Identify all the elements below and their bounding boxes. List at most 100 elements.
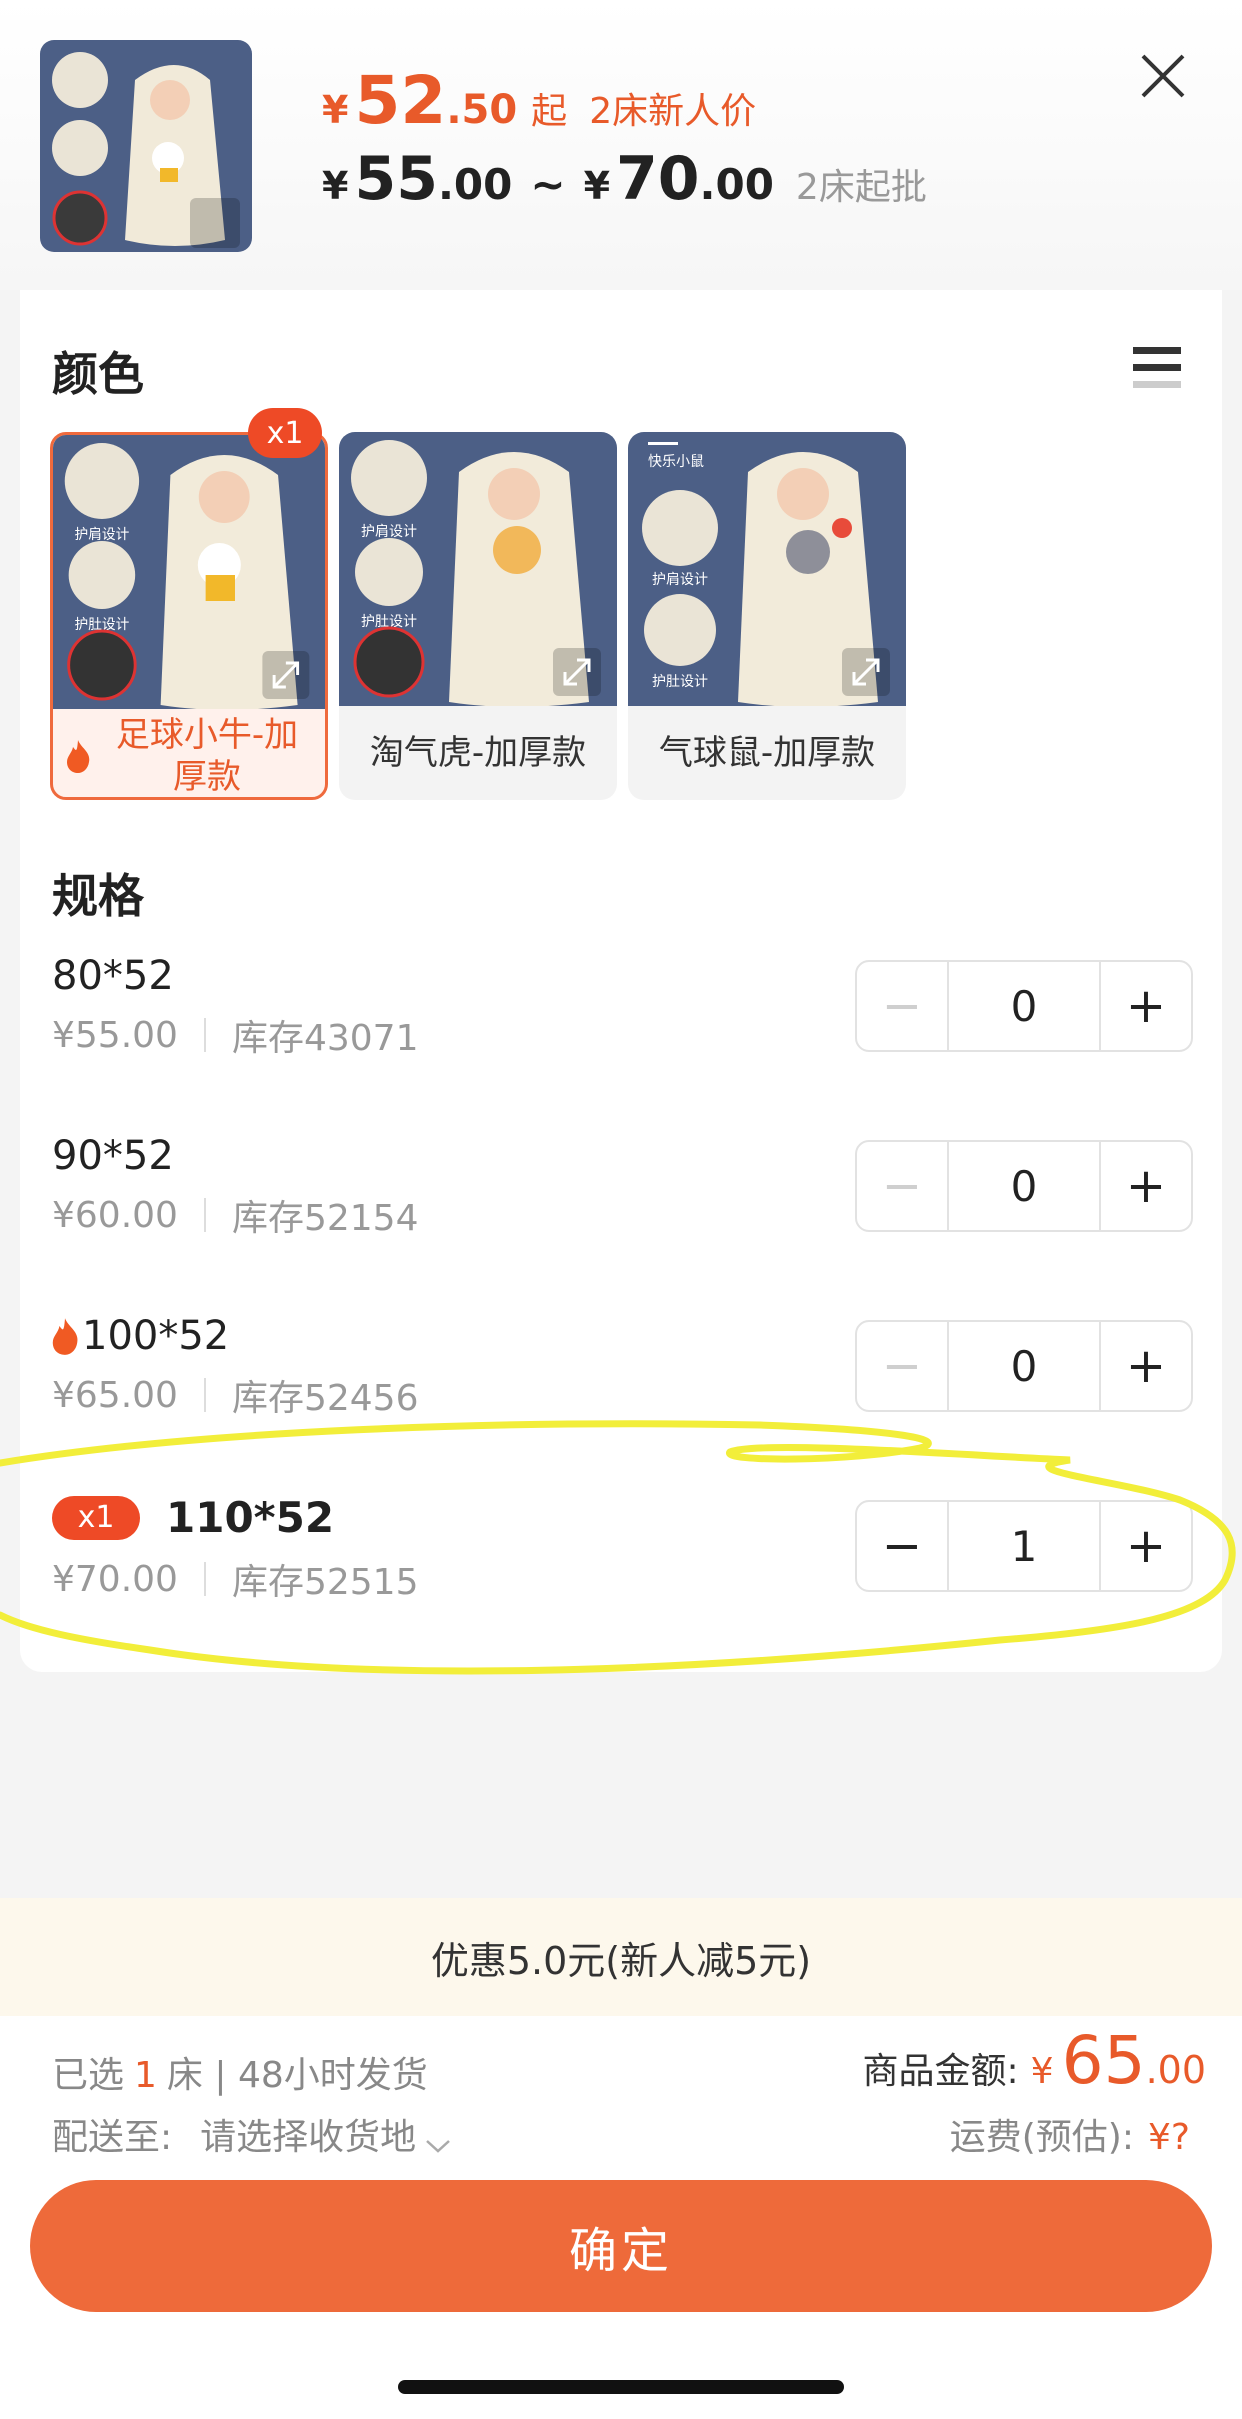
spec-section-title: 规格 bbox=[52, 869, 144, 923]
quantity-stepper: − 1 + bbox=[855, 1500, 1193, 1592]
freight-estimate: 运费(预估): ¥? bbox=[950, 2108, 1190, 2160]
spec-price-stock: ¥65.00 库存52456 bbox=[52, 1369, 419, 1421]
amount-integer: 65 bbox=[1061, 2022, 1146, 2099]
quantity-value[interactable]: 0 bbox=[947, 1142, 1101, 1230]
quantity-value[interactable]: 1 bbox=[947, 1502, 1101, 1590]
quantity-stepper: − 0 + bbox=[855, 1320, 1193, 1412]
decrease-button[interactable]: − bbox=[857, 1502, 947, 1590]
range-tilde: ~ bbox=[530, 160, 566, 209]
new-user-price: ¥ 52 .50 起 2床新人价 bbox=[322, 62, 756, 142]
selected-count-badge: x1 bbox=[248, 408, 322, 458]
spec-price-stock: ¥55.00 库存43071 bbox=[52, 1009, 419, 1061]
spec-price-stock: ¥60.00 库存52154 bbox=[52, 1189, 419, 1241]
home-indicator bbox=[398, 2380, 844, 2394]
spec-name: 100*52 bbox=[82, 1313, 230, 1359]
selected-count: 1 bbox=[134, 2055, 157, 2096]
min-order-text: 2床起批 bbox=[795, 167, 927, 208]
spec-stock: 库存52456 bbox=[231, 1378, 419, 1419]
fire-icon bbox=[48, 1316, 82, 1356]
shipping-destination[interactable]: 配送至: 请选择收货地 bbox=[52, 2108, 452, 2160]
color-option-naughty-tiger[interactable]: 护肩设计 护肚设计 淘气虎-加厚款 bbox=[339, 432, 617, 800]
spec-name-wrap: x1 110*52 bbox=[52, 1493, 334, 1542]
spec-row-90x52: 90*52 ¥60.00 库存52154 − 0 + bbox=[0, 1133, 1242, 1263]
price-decimal: .50 bbox=[446, 87, 518, 133]
increase-button[interactable]: + bbox=[1101, 1322, 1191, 1410]
spec-row-110x52: x1 110*52 ¥70.00 库存52515 − 1 + bbox=[0, 1493, 1242, 1623]
spec-price: ¥70.00 bbox=[52, 1558, 178, 1600]
separator bbox=[203, 1562, 206, 1596]
svg-text:护肩设计: 护肩设计 bbox=[75, 527, 130, 543]
currency-symbol: ¥ bbox=[583, 164, 611, 208]
new-user-tag: 2床新人价 bbox=[589, 91, 757, 132]
product-thumbnail[interactable] bbox=[40, 40, 252, 252]
color-option-image: 护肩设计 护肚设计 bbox=[339, 432, 617, 706]
spec-price: ¥55.00 bbox=[52, 1014, 178, 1056]
list-view-icon[interactable] bbox=[1133, 345, 1181, 395]
price-range: ¥ 55 .00 ~ ¥ 70 .00 2床起批 bbox=[322, 144, 927, 224]
color-option-label: 气球鼠-加厚款 bbox=[658, 733, 876, 773]
currency-symbol: ¥ bbox=[322, 88, 349, 132]
spec-name: 90*52 bbox=[52, 1133, 174, 1179]
color-option-label: 足球小牛-加厚款 bbox=[53, 709, 325, 797]
price-min-decimal: .00 bbox=[437, 160, 513, 209]
selected-prefix: 已选 bbox=[52, 2055, 125, 2096]
price-qi: 起 bbox=[531, 91, 568, 132]
decrease-button[interactable]: − bbox=[857, 1142, 947, 1230]
spec-stock: 库存52154 bbox=[231, 1198, 419, 1239]
confirm-button[interactable]: 确定 bbox=[30, 2180, 1212, 2312]
quantity-stepper: − 0 + bbox=[855, 960, 1193, 1052]
price-min-integer: 55 bbox=[354, 144, 438, 214]
price-max-integer: 70 bbox=[616, 144, 700, 214]
color-option-balloon-mouse[interactable]: 快乐小鼠 护肩设计 护肚设计 气球鼠-加厚款 bbox=[628, 432, 906, 800]
spec-stock: 库存43071 bbox=[231, 1018, 419, 1059]
spec-stock: 库存52515 bbox=[231, 1562, 419, 1603]
svg-text:护肩设计: 护肩设计 bbox=[361, 524, 417, 540]
spec-name-wrap: 100*52 bbox=[48, 1313, 229, 1359]
price-max-decimal: .00 bbox=[699, 160, 774, 209]
ship-value[interactable]: 请选择收货地 bbox=[200, 2108, 416, 2160]
svg-text:护肩设计: 护肩设计 bbox=[652, 572, 708, 588]
currency-symbol: ¥ bbox=[322, 164, 349, 208]
fire-icon bbox=[63, 738, 93, 774]
separator bbox=[203, 1198, 206, 1232]
ship-label: 配送至: bbox=[52, 2117, 173, 2158]
sku-selector-sheet: ¥ 52 .50 起 2床新人价 ¥ 55 .00 ~ ¥ 70 .00 2床起… bbox=[0, 0, 1242, 2419]
promotion-banner: 优惠5.0元(新人减5元) bbox=[0, 1898, 1242, 2016]
quantity-value[interactable]: 0 bbox=[947, 1322, 1101, 1410]
spec-row-80x52: 80*52 ¥55.00 库存43071 − 0 + bbox=[0, 953, 1242, 1083]
spec-price: ¥60.00 bbox=[52, 1194, 178, 1236]
spec-price: ¥65.00 bbox=[52, 1374, 178, 1416]
amount-label: 商品金额: bbox=[862, 2051, 1019, 2092]
freight-label: 运费(预估): bbox=[949, 2117, 1134, 2158]
color-section-title: 颜色 bbox=[52, 347, 144, 401]
color-option-image: 快乐小鼠 护肩设计 护肚设计 bbox=[628, 432, 906, 706]
separator bbox=[203, 1378, 206, 1412]
selected-summary: 已选 1 床 | 48小时发货 bbox=[52, 2046, 428, 2098]
spec-name: 80*52 bbox=[52, 953, 174, 999]
spec-name: 110*52 bbox=[166, 1493, 335, 1542]
spec-price-stock: ¥70.00 库存52515 bbox=[52, 1553, 419, 1605]
quantity-stepper: − 0 + bbox=[855, 1140, 1193, 1232]
sheet-header: ¥ 52 .50 起 2床新人价 ¥ 55 .00 ~ ¥ 70 .00 2床起… bbox=[0, 0, 1242, 290]
currency-symbol: ¥ bbox=[1030, 2051, 1054, 2092]
price-integer: 52 bbox=[354, 62, 447, 139]
amount-decimal: .00 bbox=[1145, 2048, 1206, 2092]
svg-text:护肚设计: 护肚设计 bbox=[652, 674, 708, 690]
goods-amount: 商品金额: ¥ 65 .00 bbox=[863, 2022, 1206, 2099]
color-option-football-calf[interactable]: 护肩设计 护肚设计 足球小牛-加厚款 bbox=[50, 432, 328, 800]
freight-value: ¥? bbox=[1147, 2117, 1190, 2158]
svg-text:快乐小鼠: 快乐小鼠 bbox=[648, 454, 704, 470]
color-option-label: 淘气虎-加厚款 bbox=[369, 733, 587, 773]
spec-row-100x52: 100*52 ¥65.00 库存52456 − 0 + bbox=[0, 1313, 1242, 1443]
selected-count-badge: x1 bbox=[52, 1495, 140, 1540]
increase-button[interactable]: + bbox=[1101, 962, 1191, 1050]
increase-button[interactable]: + bbox=[1101, 1502, 1191, 1590]
separator bbox=[203, 1018, 206, 1052]
decrease-button[interactable]: − bbox=[857, 962, 947, 1050]
selected-suffix: 床 | 48小时发货 bbox=[166, 2055, 428, 2096]
close-icon[interactable] bbox=[1135, 48, 1191, 104]
increase-button[interactable]: + bbox=[1101, 1142, 1191, 1230]
decrease-button[interactable]: − bbox=[857, 1322, 947, 1410]
chevron-down-icon bbox=[424, 2124, 452, 2153]
quantity-value[interactable]: 0 bbox=[947, 962, 1101, 1050]
